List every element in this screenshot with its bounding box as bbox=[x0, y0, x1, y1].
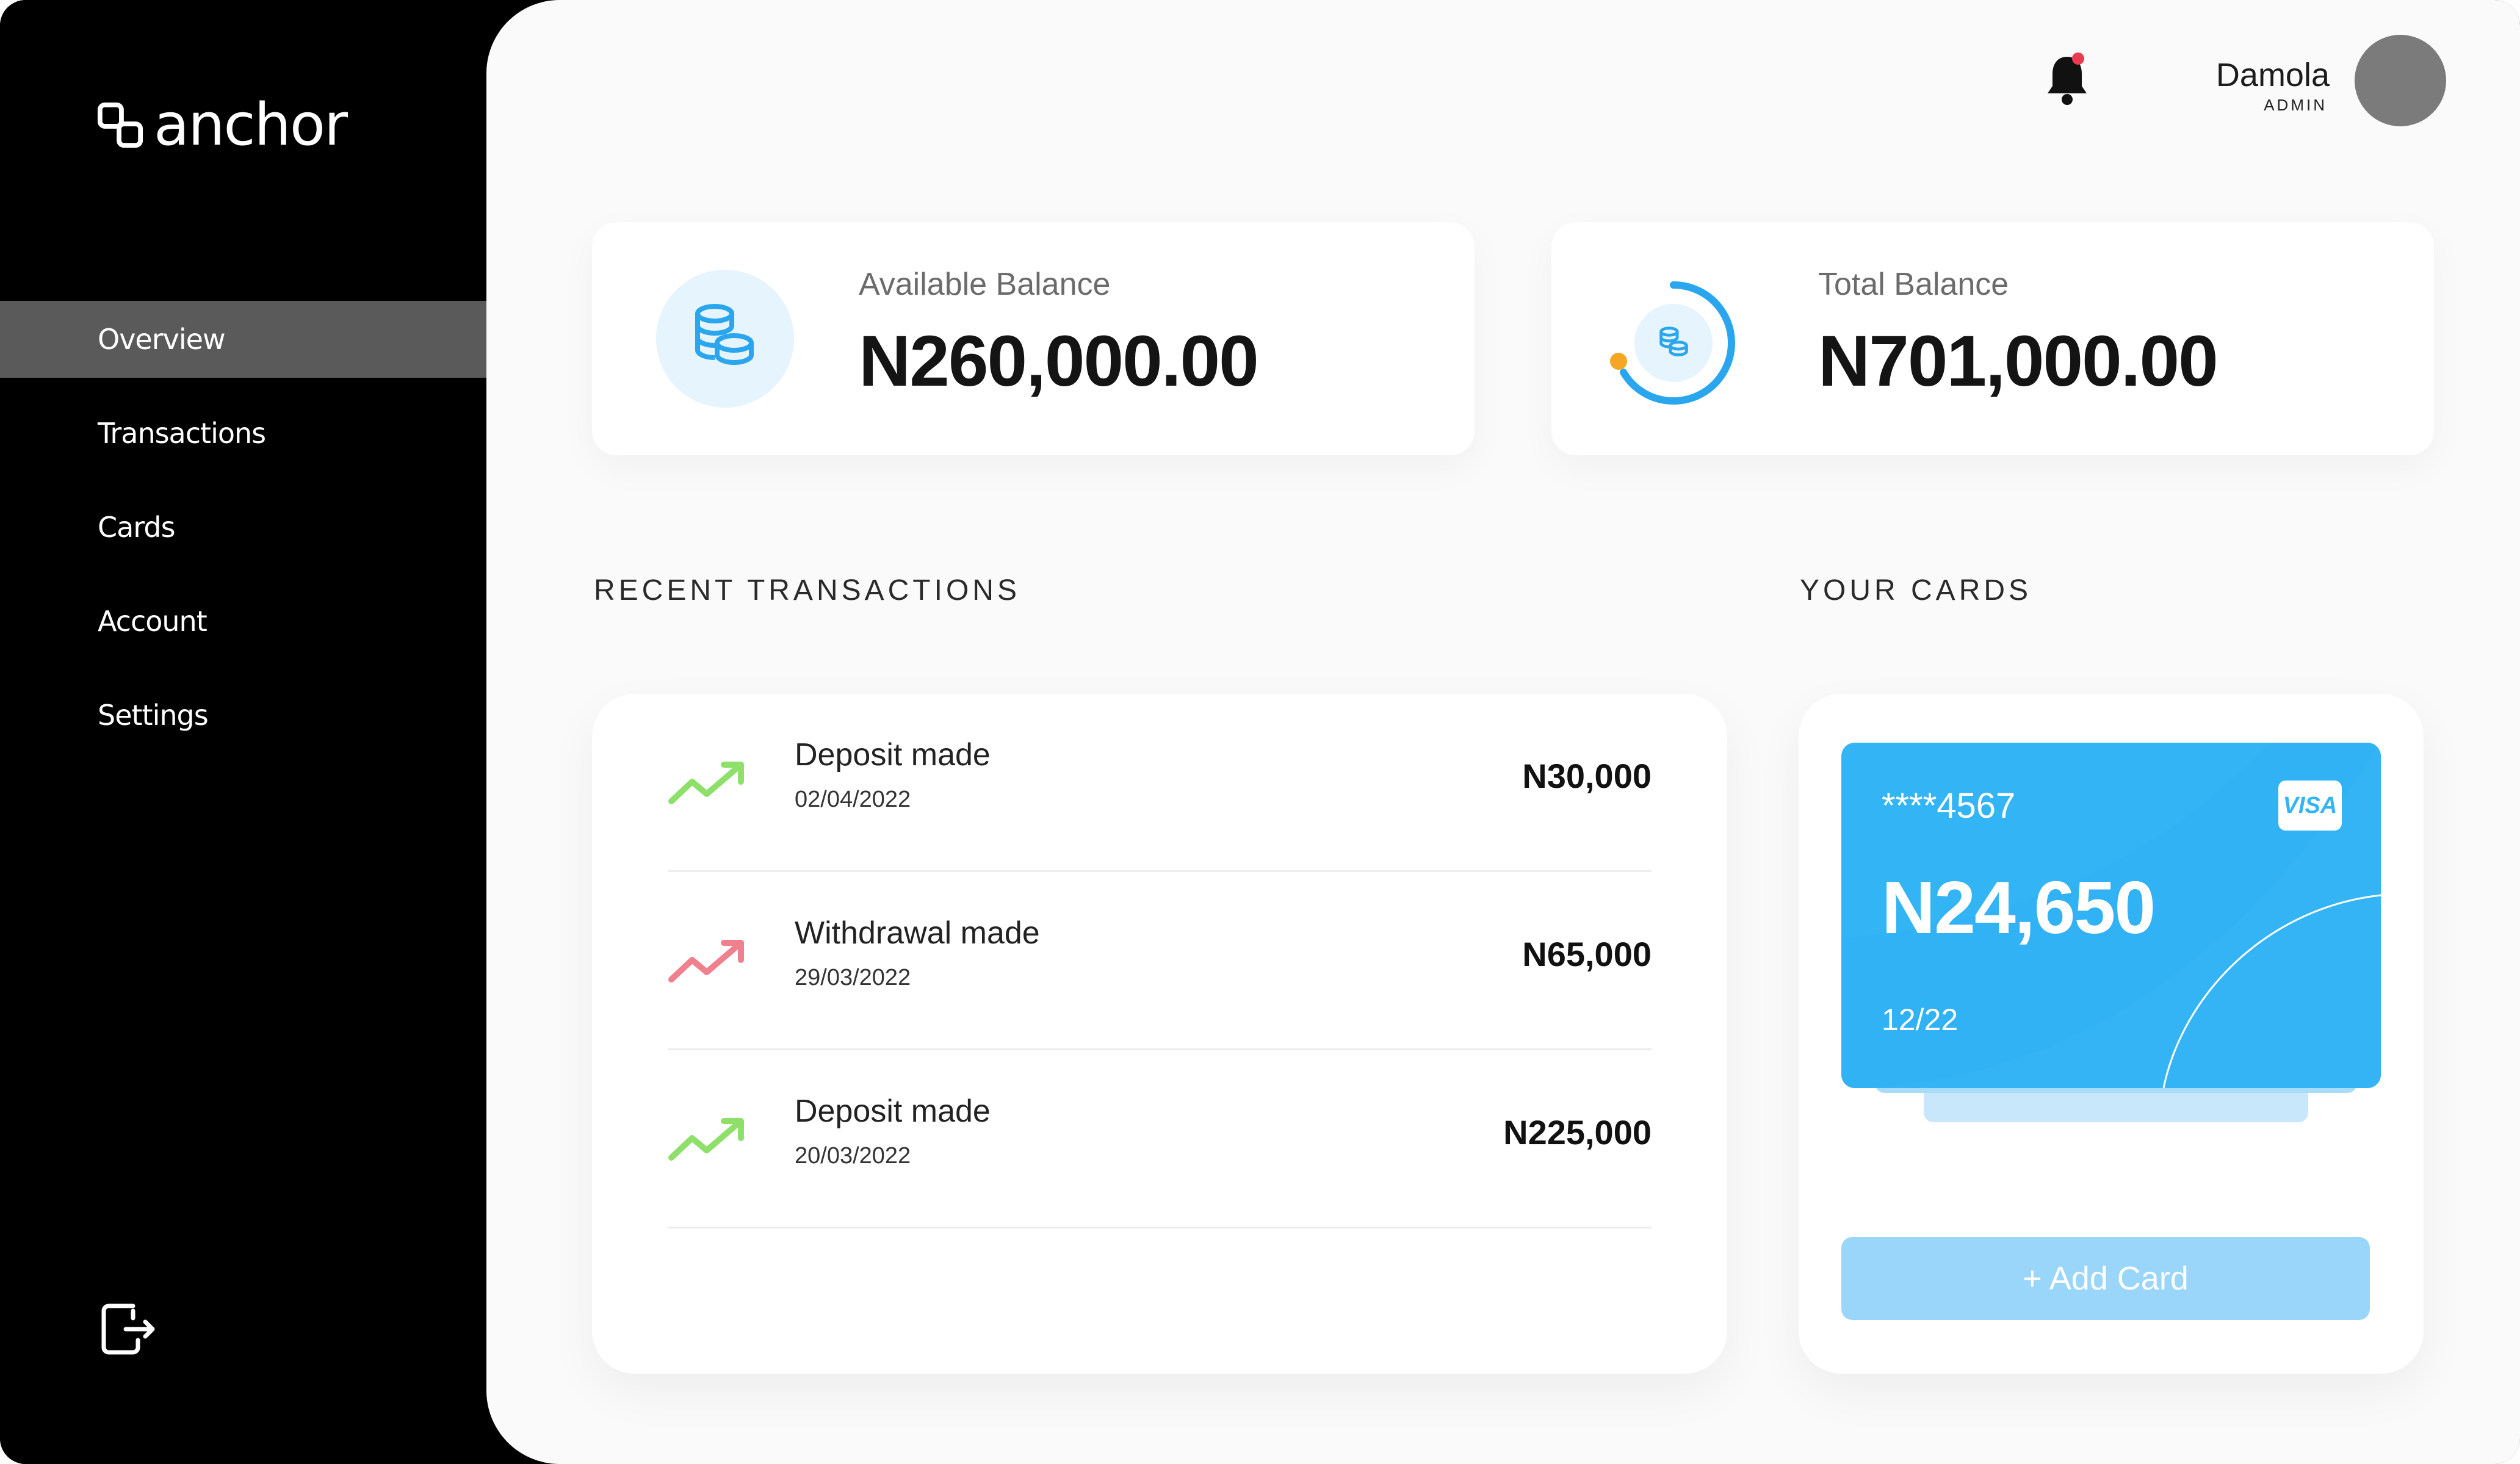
bank-card[interactable]: ****4567 VISA N24,650 12/22 bbox=[1841, 743, 2381, 1088]
user-name[interactable]: Damola bbox=[2216, 56, 2330, 94]
bell-icon[interactable] bbox=[2043, 52, 2092, 107]
transaction-title: Deposit made bbox=[795, 737, 991, 773]
logo[interactable]: anchor bbox=[96, 92, 348, 159]
card-balance: N24,650 bbox=[1882, 866, 2156, 949]
app-window: anchor Overview Transactions Cards Accou… bbox=[0, 0, 2520, 1464]
transaction-title: Withdrawal made bbox=[795, 915, 1040, 951]
transaction-row[interactable]: Deposit made 20/03/2022 N225,000 bbox=[668, 1050, 1652, 1228]
sidebar-nav: Overview Transactions Cards Account Sett… bbox=[0, 301, 486, 771]
avatar[interactable] bbox=[2355, 35, 2446, 126]
main-panel: Damola ADMIN Available Balance N260,000.… bbox=[486, 0, 2520, 1464]
logo-text: anchor bbox=[154, 92, 348, 159]
balance-ring-icon bbox=[1610, 281, 1735, 405]
coins-icon bbox=[695, 304, 754, 366]
available-balance-label: Available Balance bbox=[859, 267, 1111, 302]
transaction-amount: N65,000 bbox=[1522, 935, 1652, 973]
card-expiry: 12/22 bbox=[1882, 1003, 1959, 1037]
recent-transactions-title: RECENT TRANSACTIONS bbox=[594, 574, 1020, 607]
sidebar-item-cards[interactable]: Cards bbox=[0, 489, 486, 566]
transaction-amount: N30,000 bbox=[1522, 757, 1652, 795]
total-balance-card: Total Balance N701,000.00 bbox=[1551, 222, 2434, 455]
available-balance-value: N260,000.00 bbox=[859, 321, 1259, 402]
transaction-amount: N225,000 bbox=[1503, 1113, 1652, 1152]
logout-icon[interactable] bbox=[96, 1299, 157, 1360]
transactions-panel: Deposit made 02/04/2022 N30,000 Withdraw… bbox=[592, 694, 1727, 1374]
transaction-date: 02/04/2022 bbox=[795, 787, 911, 812]
sidebar-item-settings[interactable]: Settings bbox=[0, 677, 486, 754]
total-balance-label: Total Balance bbox=[1818, 267, 2009, 302]
cards-panel: ****4567 VISA N24,650 12/22 + Add Card bbox=[1799, 694, 2424, 1374]
total-balance-value: N701,000.00 bbox=[1818, 321, 2219, 402]
transaction-date: 29/03/2022 bbox=[795, 965, 911, 990]
sidebar: anchor Overview Transactions Cards Accou… bbox=[0, 0, 488, 1464]
card-number: ****4567 bbox=[1882, 786, 2016, 826]
anchor-logo-icon bbox=[97, 102, 143, 148]
sidebar-item-account[interactable]: Account bbox=[0, 583, 486, 660]
available-balance-card: Available Balance N260,000.00 bbox=[592, 222, 1475, 455]
user-role: ADMIN bbox=[2264, 96, 2327, 114]
transaction-row[interactable]: Withdrawal made 29/03/2022 N65,000 bbox=[668, 872, 1652, 1050]
transaction-row[interactable]: Deposit made 02/04/2022 N30,000 bbox=[668, 694, 1652, 872]
notification-badge bbox=[2072, 52, 2084, 65]
trend-up-icon bbox=[668, 762, 744, 804]
trend-up-icon bbox=[668, 1118, 744, 1161]
add-card-button[interactable]: + Add Card bbox=[1841, 1237, 2370, 1320]
your-cards-title: YOUR CARDS bbox=[1800, 574, 2032, 607]
transaction-date: 20/03/2022 bbox=[795, 1143, 911, 1169]
sidebar-item-overview[interactable]: Overview bbox=[0, 301, 486, 378]
transaction-title: Deposit made bbox=[795, 1094, 991, 1129]
sidebar-item-transactions[interactable]: Transactions bbox=[0, 395, 486, 472]
visa-logo: VISA bbox=[2278, 781, 2342, 831]
trend-up-icon bbox=[668, 940, 744, 983]
